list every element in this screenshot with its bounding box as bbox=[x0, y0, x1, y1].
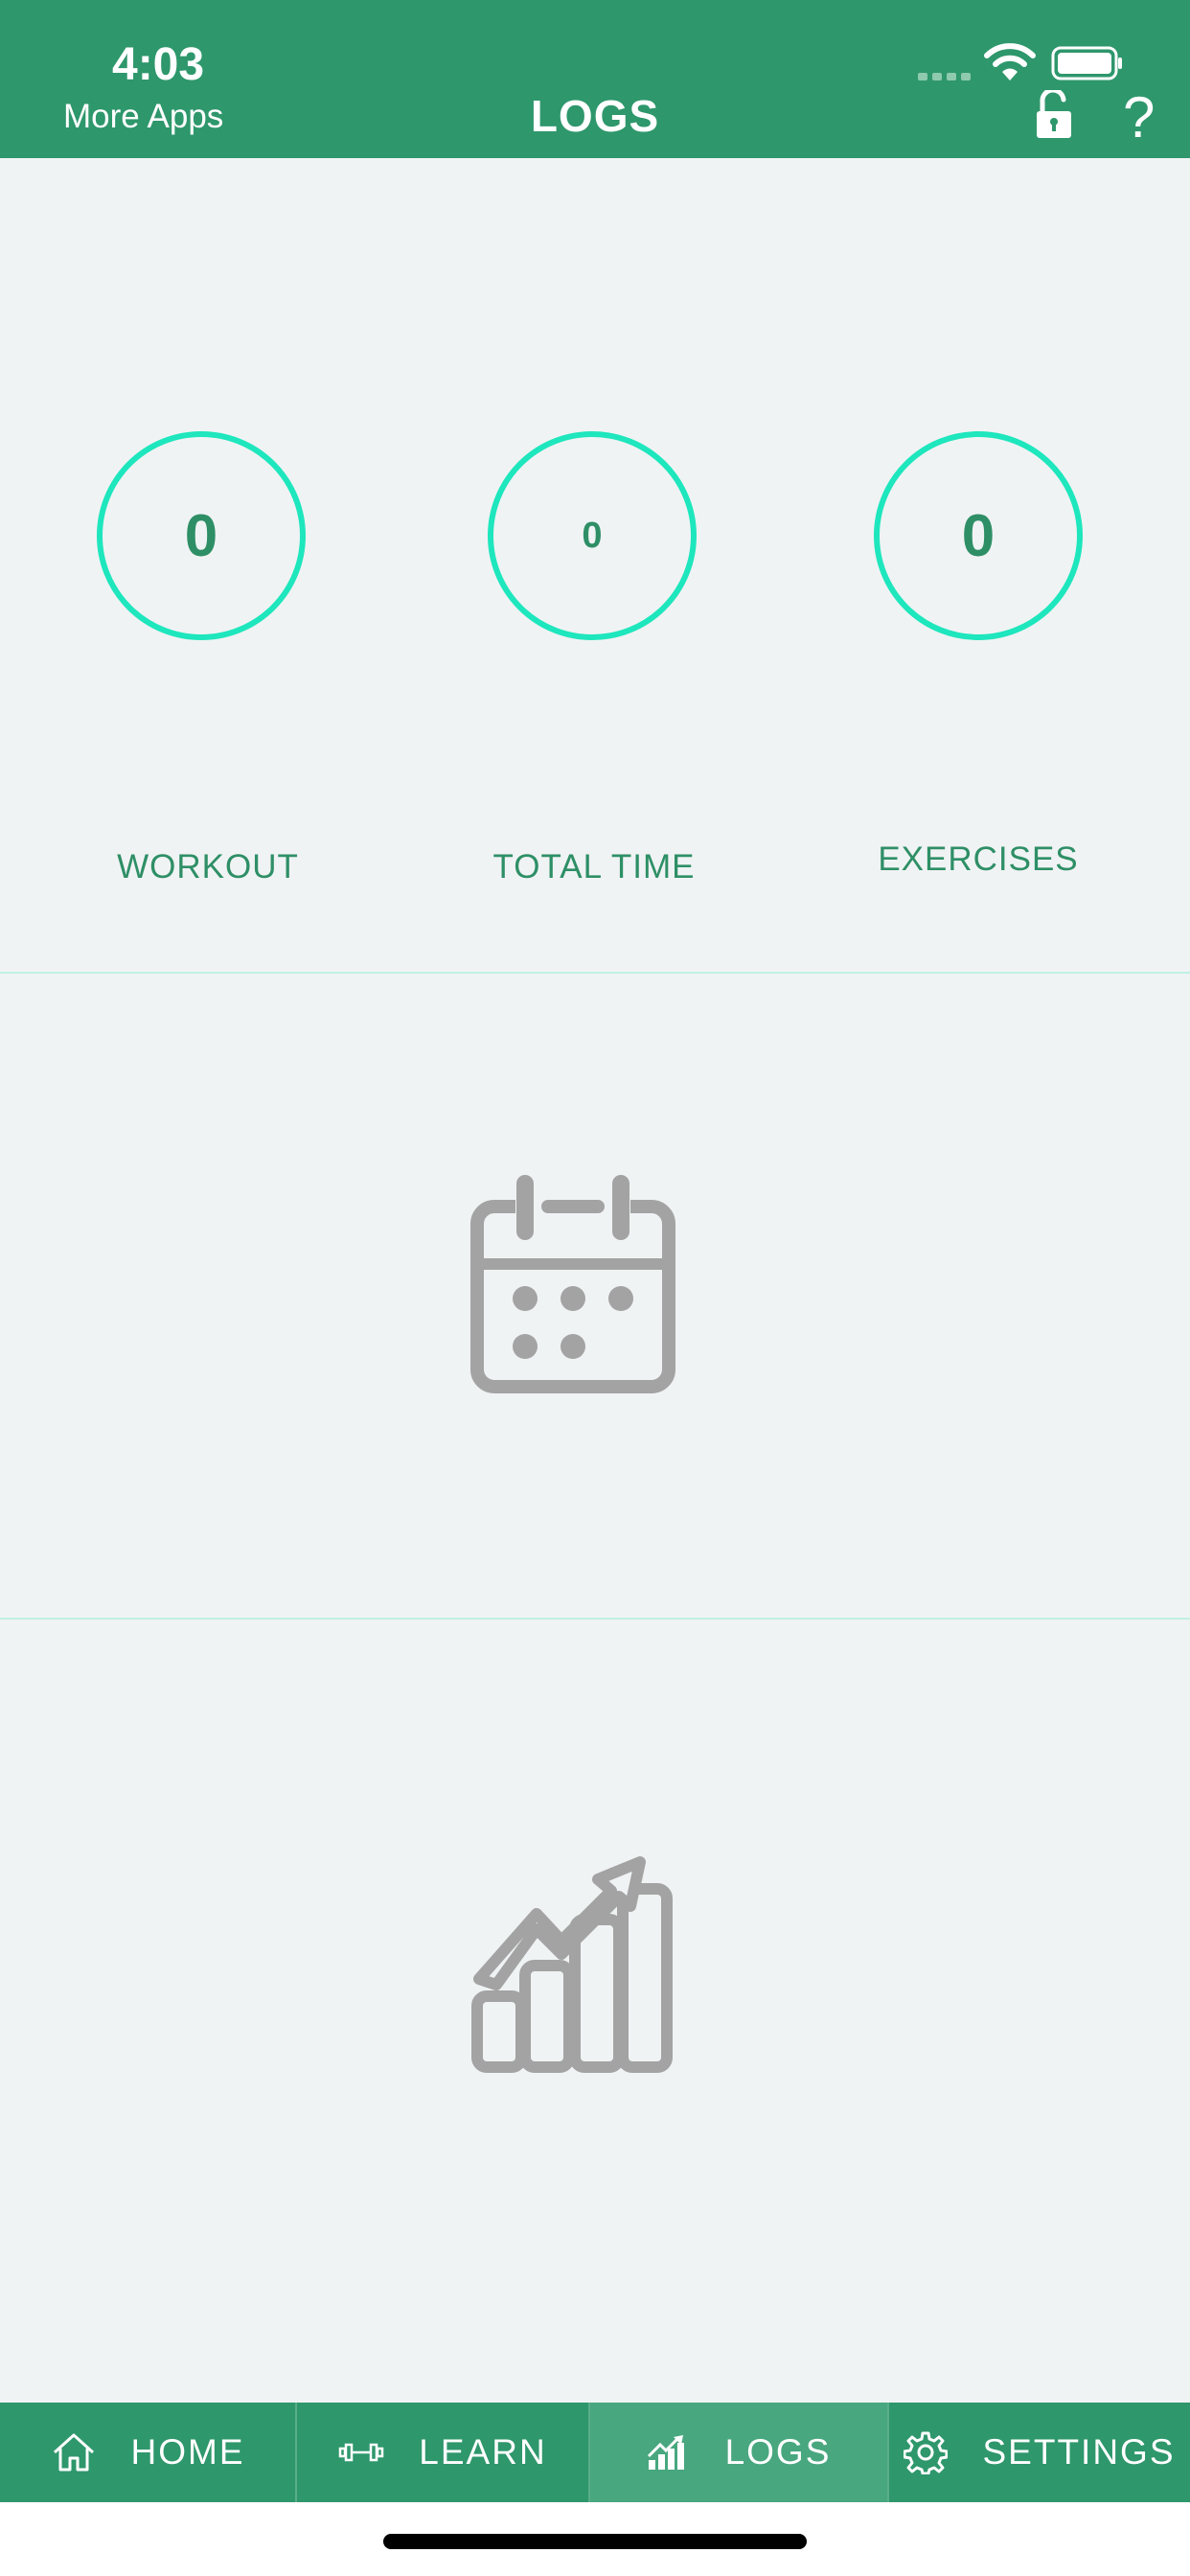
section-divider bbox=[0, 972, 1190, 974]
tab-logs-label: LOGS bbox=[724, 2432, 832, 2472]
workout-count: 0 bbox=[184, 502, 218, 569]
cellular-signal-icon bbox=[918, 73, 971, 80]
total-time-circle: 0 bbox=[488, 431, 697, 640]
progress-chart-section[interactable] bbox=[468, 1852, 675, 2078]
status-time: 4:03 bbox=[112, 39, 205, 90]
workout-count-circle: 0 bbox=[97, 431, 306, 640]
calendar-icon bbox=[470, 1175, 675, 1393]
home-indicator[interactable] bbox=[383, 2534, 807, 2549]
wifi-icon bbox=[984, 43, 1036, 80]
tab-learn-label: LEARN bbox=[419, 2432, 547, 2472]
dumbbell-icon bbox=[339, 2443, 384, 2462]
workout-label: WORKOUT bbox=[117, 848, 299, 886]
chart-icon bbox=[647, 2435, 684, 2470]
exercises-count: 0 bbox=[961, 502, 995, 569]
app-header: 4:03 More Apps LOGS ? bbox=[0, 0, 1190, 158]
logs-content: 0 0 0 WORKOUT TOTAL TIME EXERCISES bbox=[0, 158, 1190, 2403]
tab-learn[interactable]: LEARN bbox=[297, 2403, 590, 2502]
tab-home[interactable]: HOME bbox=[0, 2403, 297, 2502]
tab-settings[interactable]: SETTINGS bbox=[889, 2403, 1190, 2502]
page-title: LOGS bbox=[530, 91, 660, 141]
unlock-icon[interactable] bbox=[1033, 90, 1075, 140]
bottom-tab-bar: HOME LEARN LOGS SETTINGS bbox=[0, 2403, 1190, 2502]
exercises-count-circle: 0 bbox=[874, 431, 1083, 640]
home-icon bbox=[53, 2433, 94, 2472]
section-divider bbox=[0, 1618, 1190, 1620]
tab-settings-label: SETTINGS bbox=[982, 2432, 1176, 2472]
tab-logs[interactable]: LOGS bbox=[590, 2403, 889, 2502]
tab-home-label: HOME bbox=[130, 2432, 245, 2472]
help-button[interactable]: ? bbox=[1123, 84, 1155, 150]
gear-icon bbox=[904, 2431, 949, 2474]
growth-chart-icon bbox=[471, 1856, 673, 2073]
exercises-label: EXERCISES bbox=[878, 840, 1079, 878]
total-time-value: 0 bbox=[582, 515, 603, 556]
total-time-label: TOTAL TIME bbox=[492, 848, 696, 886]
battery-icon bbox=[1051, 46, 1122, 80]
calendar-section[interactable] bbox=[469, 1174, 676, 1399]
